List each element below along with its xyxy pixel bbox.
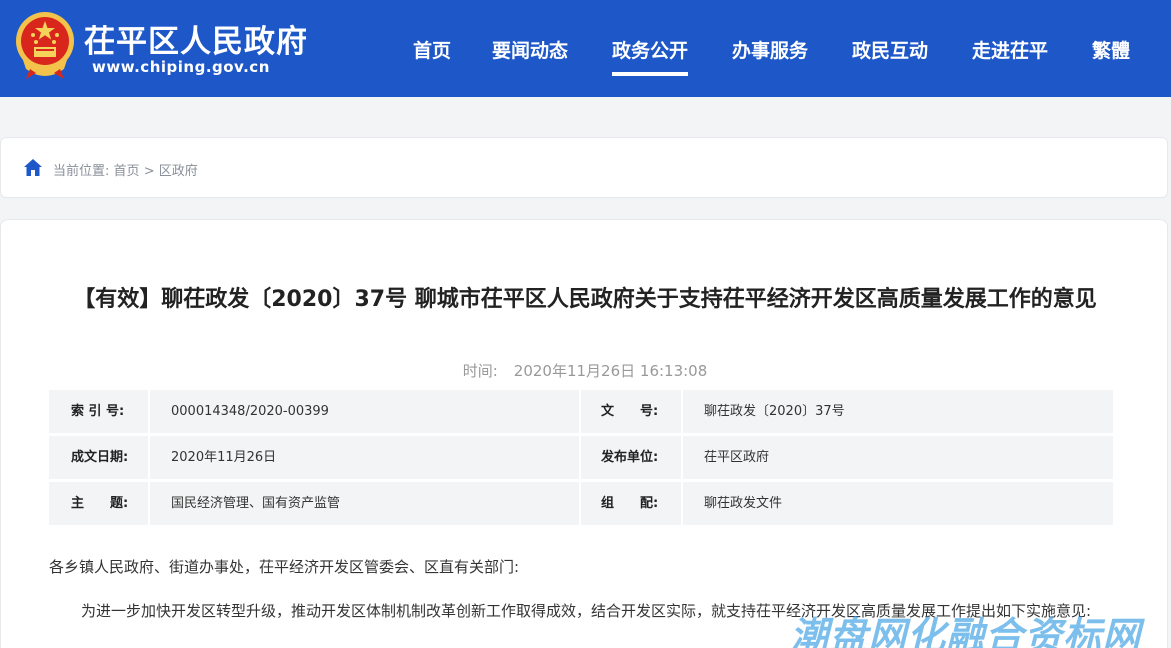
meta-divider [681,436,683,479]
meta-divider [579,482,581,525]
breadcrumb-prefix: 当前位置: [53,164,110,179]
breadcrumb-current-link[interactable]: 区政府 [159,164,198,179]
nav-item-gov-affairs[interactable]: 政务公开 [612,36,689,76]
meta-divider [148,390,150,433]
nav-item-news[interactable]: 要闻动态 [492,36,568,63]
meta-value: 国民经济管理、国有资产监管 [171,496,341,511]
home-icon [24,159,42,176]
publish-time-value: 2020年11月26日 16:13:08 [513,362,708,380]
site-name[interactable]: 茌平区人民政府 [84,16,308,61]
meta-divider [579,390,581,433]
breadcrumb-home-link[interactable]: 首页 [114,164,140,179]
site-header: 茌平区人民政府 www.chiping.gov.cn 首页 要闻动态 政务公开 … [0,0,1171,97]
meta-divider [148,436,150,479]
meta-key: 主 题: [71,496,129,511]
meta-value: 茌平区政府 [704,450,770,465]
active-nav-indicator [612,72,689,76]
meta-key: 文 号: [601,404,659,419]
breadcrumb-separator: > [143,164,155,179]
breadcrumb-trail: 当前位置: 首页 > 区政府 [53,160,198,179]
nav-item-traditional[interactable]: 繁體 [1092,36,1130,63]
meta-value: 2020年11月26日 [171,450,277,465]
meta-key: 成文日期: [71,450,129,465]
meta-key: 组 配: [601,496,659,511]
breadcrumb: 当前位置: 首页 > 区政府 [0,137,1168,198]
publish-time: 时间: 2020年11月26日 16:13:08 [1,360,1169,381]
nav-item-services[interactable]: 办事服务 [732,36,808,63]
meta-row: 主 题: 国民经济管理、国有资产监管 组 配: 聊茌政发文件 [49,482,1113,525]
meta-row: 索 引 号: 000014348/2020-00399 文 号: 聊茌政发〔20… [49,390,1113,433]
meta-key: 索 引 号: [71,404,125,419]
meta-row: 成文日期: 2020年11月26日 发布单位: 茌平区政府 [49,436,1113,479]
meta-divider [681,390,683,433]
meta-divider [579,436,581,479]
nav-item-interaction[interactable]: 政民互动 [852,36,928,63]
article-title: 【有效】聊茌政发〔2020〕37号 聊城市茌平区人民政府关于支持茌平经济开发区高… [73,287,1097,312]
meta-divider [148,482,150,525]
article-card: 【有效】聊茌政发〔2020〕37号 聊城市茌平区人民政府关于支持茌平经济开发区高… [0,219,1168,648]
meta-value: 聊茌政发文件 [704,496,783,511]
nav-item-about[interactable]: 走进茌平 [972,36,1048,63]
national-emblem-icon[interactable] [14,11,76,81]
site-url: www.chiping.gov.cn [92,58,270,76]
meta-key: 发布单位: [601,450,659,465]
nav-item-gov-affairs-label: 政务公开 [612,40,689,62]
meta-divider [681,482,683,525]
watermark-text: 潮盘网化融合资标网 [790,614,1142,648]
publish-time-label: 时间: [462,362,498,380]
meta-value: 聊茌政发〔2020〕37号 [704,404,845,419]
meta-value: 000014348/2020-00399 [171,404,329,419]
nav-item-home[interactable]: 首页 [413,36,451,63]
article-salutation: 各乡镇人民政府、街道办事处，茌平经济开发区管委会、区直有关部门: [49,558,520,576]
